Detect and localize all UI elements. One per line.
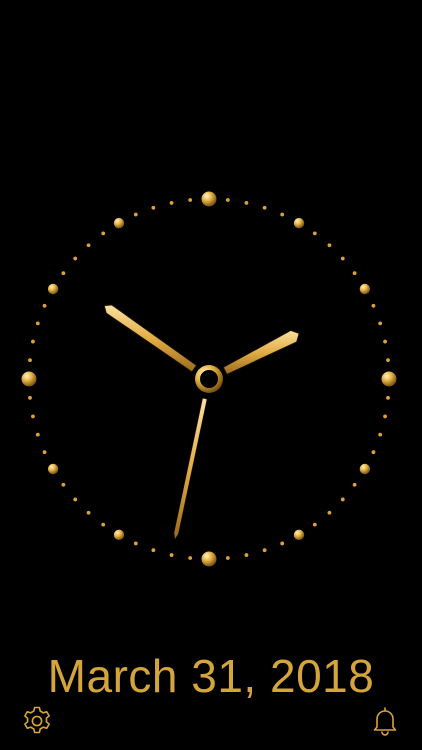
minute-marker	[169, 553, 174, 557]
center-cap-hole	[200, 370, 218, 388]
minute-marker	[244, 553, 249, 557]
clock-face	[21, 191, 397, 567]
minute-marker	[73, 497, 78, 502]
hour-marker	[47, 283, 59, 295]
minute-marker	[188, 198, 193, 202]
minute-marker	[28, 395, 32, 400]
hour-marker	[113, 217, 125, 229]
hour-marker	[201, 191, 217, 207]
minute-marker	[225, 198, 230, 202]
minute-marker	[133, 541, 138, 546]
bell-icon	[373, 707, 397, 736]
second-hand	[173, 397, 208, 541]
minute-marker	[169, 201, 174, 205]
clock-hands	[103, 304, 300, 541]
minute-marker	[262, 205, 267, 210]
minute-marker	[31, 339, 35, 344]
minute-marker	[35, 432, 40, 437]
minute-hand	[222, 329, 300, 376]
hour-hand	[103, 304, 198, 373]
minute-marker	[352, 271, 357, 276]
minute-marker	[386, 358, 390, 363]
minute-marker	[151, 548, 156, 553]
hour-marker	[47, 463, 59, 475]
minute-marker	[340, 497, 345, 502]
minute-marker	[73, 256, 78, 261]
minute-marker	[244, 201, 249, 205]
minute-marker	[352, 482, 357, 487]
minute-marker	[378, 432, 383, 437]
minute-marker	[42, 450, 47, 455]
minute-marker	[35, 321, 40, 326]
minute-marker	[61, 271, 66, 276]
minute-marker	[312, 231, 317, 236]
minute-marker	[86, 243, 91, 248]
hour-marker	[113, 529, 125, 541]
minute-marker	[280, 541, 285, 546]
gear-icon	[24, 706, 50, 734]
minute-marker	[101, 231, 106, 236]
minute-marker	[371, 303, 376, 308]
minute-marker	[383, 414, 387, 419]
minute-marker	[327, 510, 332, 515]
alarm-button[interactable]	[368, 704, 402, 738]
minute-marker	[327, 243, 332, 248]
hour-marker	[21, 371, 37, 387]
minute-marker	[133, 212, 138, 217]
minute-marker	[42, 303, 47, 308]
minute-marker	[31, 414, 35, 419]
settings-button[interactable]	[20, 704, 54, 738]
minute-marker	[188, 556, 193, 560]
minute-marker	[378, 321, 383, 326]
minute-marker	[86, 510, 91, 515]
minute-marker	[280, 212, 285, 217]
date-label: March 31, 2018	[47, 650, 375, 702]
hour-marker	[381, 371, 397, 387]
minute-marker	[101, 522, 106, 527]
minute-marker	[340, 256, 345, 261]
minute-marker	[383, 339, 387, 344]
minute-marker	[386, 395, 390, 400]
minute-marker	[312, 522, 317, 527]
minute-marker	[371, 450, 376, 455]
minute-marker	[262, 548, 267, 553]
minute-marker	[225, 556, 230, 560]
minute-marker	[61, 482, 66, 487]
minute-marker	[151, 205, 156, 210]
hour-marker	[359, 463, 371, 475]
hour-marker	[359, 283, 371, 295]
hour-marker	[293, 217, 305, 229]
hour-marker	[201, 551, 217, 567]
hour-marker	[293, 529, 305, 541]
minute-marker	[28, 358, 32, 363]
